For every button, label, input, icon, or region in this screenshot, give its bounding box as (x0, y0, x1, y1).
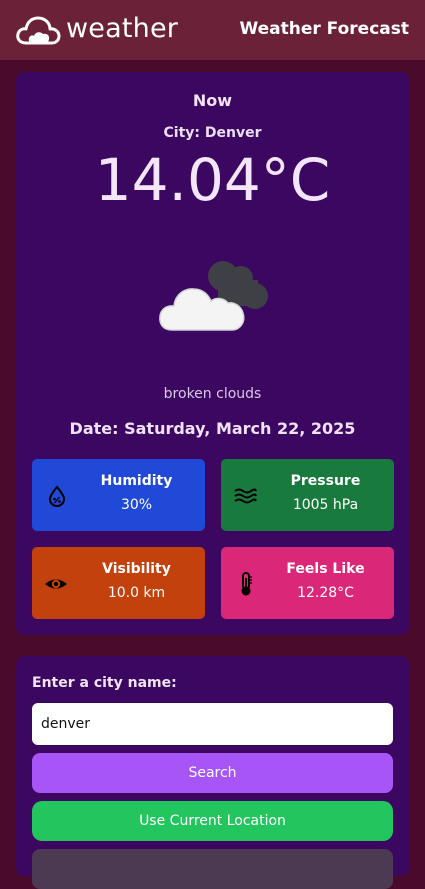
use-current-location-button[interactable]: Use Current Location (32, 801, 393, 841)
cloud-icon (16, 16, 61, 45)
visibility-value: 10.0 km (107, 585, 166, 601)
humidity-drop-icon (48, 485, 66, 507)
humidity-card: Humidity 30% (32, 459, 205, 531)
partially-visible-button[interactable] (32, 849, 393, 889)
pressure-card: Pressure 1005 hPa (221, 459, 394, 531)
page-title: Weather Forecast (239, 19, 409, 39)
search-button[interactable]: Search (32, 753, 393, 793)
pressure-label: Pressure (290, 473, 361, 489)
search-card: Enter a city name: Search Use Current Lo… (16, 656, 409, 889)
humidity-label: Humidity (100, 473, 173, 489)
eye-icon (45, 579, 67, 589)
city-search-input[interactable] (32, 703, 393, 745)
current-weather-card: Now City: Denver 14.04°C broken clouds D… (16, 72, 409, 635)
now-label: Now (192, 91, 233, 110)
pressure-value: 1005 hPa (292, 497, 359, 513)
date-label: Date: Saturday, March 22, 2025 (69, 419, 356, 438)
weather-description: broken clouds (163, 386, 262, 402)
thermometer-icon (241, 572, 252, 596)
visibility-label: Visibility (102, 561, 171, 577)
feels-like-card: Feels Like 12.28°C (221, 547, 394, 619)
temperature-value: 14.04°C (94, 146, 331, 214)
feels-like-value: 12.28°C (297, 585, 354, 601)
broken-clouds-icon (159, 261, 268, 331)
visibility-card: Visibility 10.0 km (32, 547, 205, 619)
city-input-label: Enter a city name: (32, 675, 177, 691)
wind-waves-icon (234, 488, 257, 504)
city-label: City: Denver (163, 125, 262, 141)
humidity-value: 30% (120, 497, 153, 513)
logo-text: weather (66, 13, 179, 44)
feels-like-label: Feels Like (286, 561, 365, 577)
app-header: weather Weather Forecast (0, 0, 425, 60)
